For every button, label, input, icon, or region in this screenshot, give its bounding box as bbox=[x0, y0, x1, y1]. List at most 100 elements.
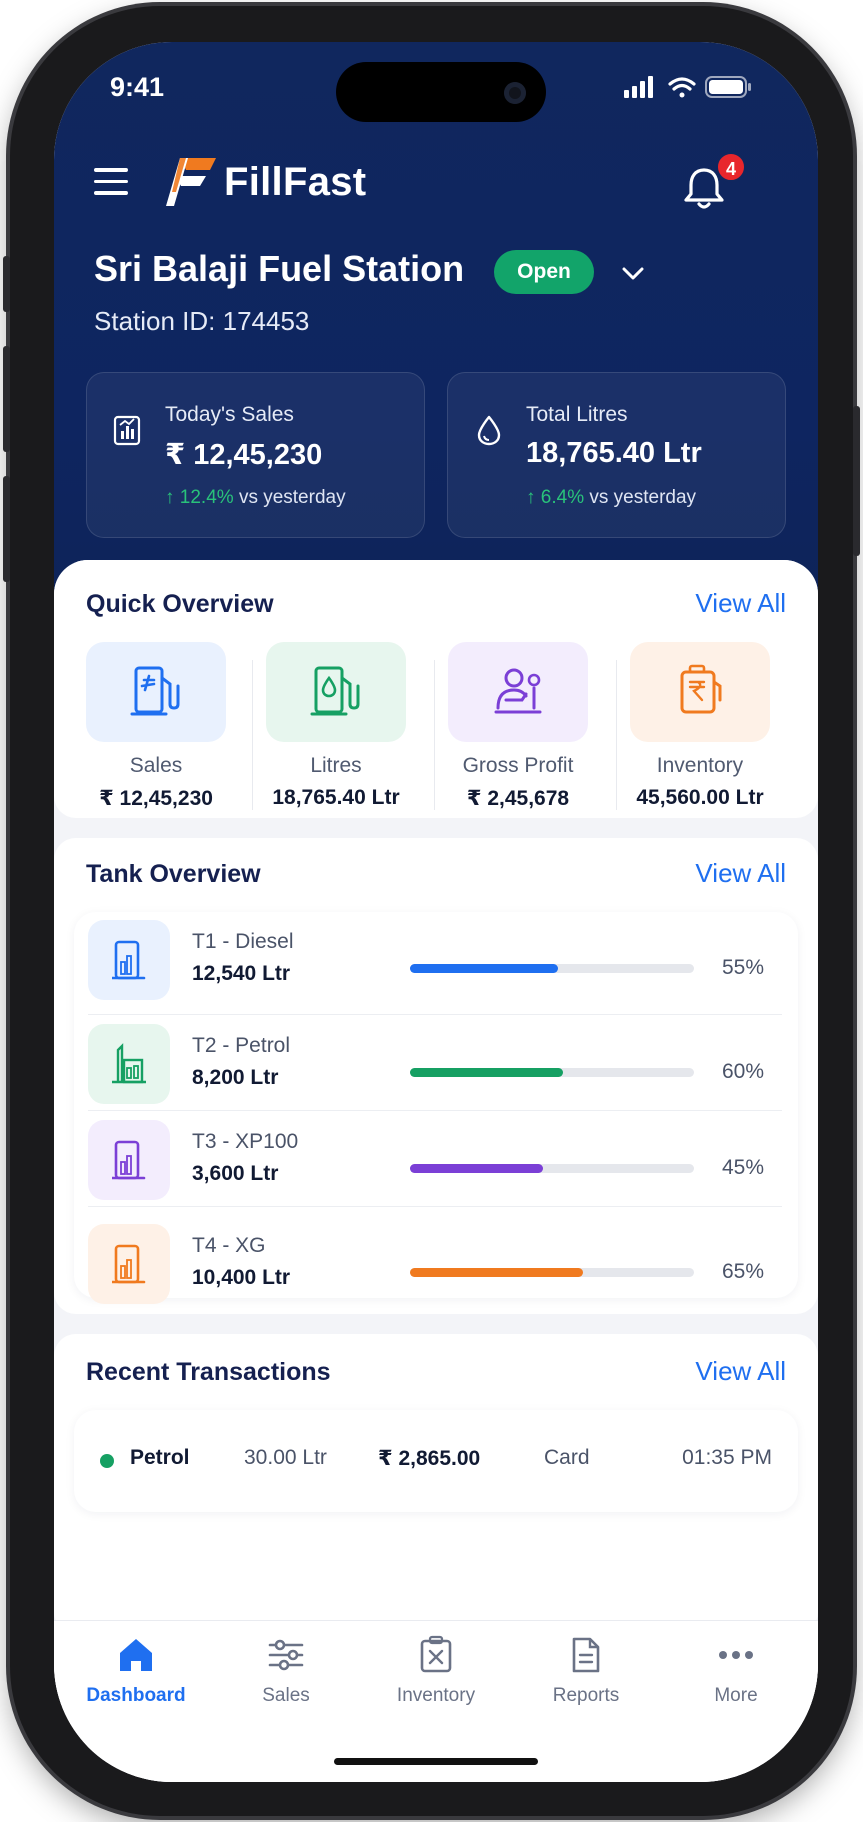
wifi-icon bbox=[668, 77, 696, 98]
status-icons bbox=[624, 76, 751, 98]
quick-overview-value: 18,765.40 Ltr bbox=[272, 786, 400, 809]
station-status-badge: Open bbox=[494, 250, 594, 294]
recent-transactions-card: Recent Transactions View All Petrol 30.0… bbox=[54, 1334, 818, 1634]
tab-sales[interactable]: Sales bbox=[216, 1635, 356, 1735]
fuel-pump-icon bbox=[130, 666, 180, 716]
camera-icon bbox=[504, 82, 526, 104]
tab-label: Sales bbox=[262, 1685, 310, 1706]
kpi-label: Total Litres bbox=[526, 403, 628, 426]
kpi-card-sales[interactable]: Today's Sales ₹ 12,45,230 ↑ 12.4% vs yes… bbox=[86, 372, 425, 538]
tab-label: More bbox=[714, 1685, 758, 1706]
quick-overview-item-inventory[interactable]: Inventory 45,560.00 Ltr bbox=[630, 642, 770, 822]
tank-row[interactable]: T1 - Diesel 12,540 Ltr 55% bbox=[88, 906, 782, 1016]
tab-reports[interactable]: Reports bbox=[516, 1635, 656, 1735]
quick-overview-tile bbox=[86, 642, 226, 742]
tank-name: T4 - XG bbox=[192, 1234, 266, 1257]
quick-overview-title: Quick Overview bbox=[86, 590, 274, 618]
chevron-down-icon[interactable] bbox=[620, 262, 646, 284]
fuel-type-dot bbox=[100, 1454, 114, 1468]
tank-level-bar bbox=[410, 964, 694, 973]
tank-level-bar bbox=[410, 1268, 694, 1277]
kpi-delta: ↑ 6.4% vs yesterday bbox=[526, 487, 696, 509]
status-bar: 9:41 bbox=[54, 42, 818, 142]
tank-level-bar bbox=[410, 1068, 694, 1077]
tank-percent: 55% bbox=[721, 956, 764, 979]
tank-overview-title: Tank Overview bbox=[86, 860, 261, 888]
tank-level-fill bbox=[410, 1268, 584, 1277]
home-icon bbox=[120, 1639, 152, 1671]
sliders-icon bbox=[268, 1639, 304, 1671]
tab-dashboard[interactable]: Dashboard bbox=[66, 1635, 206, 1735]
quick-overview-item-sales[interactable]: Sales ₹ 12,45,230 bbox=[86, 642, 226, 822]
divider bbox=[434, 660, 435, 810]
recent-transactions-title: Recent Transactions bbox=[86, 1358, 331, 1386]
battery-icon bbox=[705, 76, 751, 98]
screen: 9:41 FillFast 4 Sri Balaji Fuel Station … bbox=[54, 42, 818, 1782]
tank-row[interactable]: T3 - XP100 3,600 Ltr 45% bbox=[88, 1106, 782, 1216]
divider bbox=[88, 1206, 782, 1207]
tank-level-fill bbox=[410, 964, 558, 973]
tank-name: T1 - Diesel bbox=[192, 930, 294, 953]
kpi-label: Today's Sales bbox=[165, 403, 294, 426]
tank-percent: 65% bbox=[721, 1260, 764, 1283]
tab-inventory[interactable]: Inventory bbox=[366, 1635, 506, 1735]
tank-level-fill bbox=[410, 1068, 564, 1077]
tab-label: Dashboard bbox=[86, 1685, 186, 1706]
transaction-fuel: Petrol bbox=[130, 1446, 190, 1469]
transaction-time: 01:35 PM bbox=[682, 1446, 772, 1469]
more-dots-icon bbox=[719, 1651, 753, 1659]
quick-overview-item-litres[interactable]: Litres 18,765.40 Ltr bbox=[266, 642, 406, 822]
tank-name: T3 - XP100 bbox=[192, 1130, 299, 1153]
transaction-method: Card bbox=[544, 1446, 590, 1469]
signal-icon bbox=[624, 76, 653, 98]
quick-overview-label: Sales bbox=[129, 754, 183, 777]
tank-percent: 60% bbox=[721, 1060, 764, 1083]
brand-name: FillFast bbox=[224, 160, 367, 204]
phone-frame: 9:41 FillFast 4 Sri Balaji Fuel Station … bbox=[3, 6, 860, 1816]
quick-overview-label: Gross Profit bbox=[462, 754, 574, 777]
profit-person-icon bbox=[494, 668, 542, 714]
notification-count-badge: 4 bbox=[716, 152, 746, 182]
quick-overview-tile bbox=[448, 642, 588, 742]
tank-volume: 10,400 Ltr bbox=[192, 1266, 291, 1289]
tank-volume: 12,540 Ltr bbox=[192, 962, 291, 985]
tank-name: T2 - Petrol bbox=[192, 1034, 291, 1057]
recent-transactions-view-all-link[interactable]: View All bbox=[695, 1356, 786, 1387]
tank-icon-tile bbox=[88, 920, 170, 1000]
status-time: 9:41 bbox=[110, 72, 165, 102]
station-id: Station ID: 174453 bbox=[94, 306, 310, 336]
transaction-amount: ₹ 2,865.00 bbox=[378, 1447, 481, 1470]
inventory-tank-icon bbox=[680, 664, 722, 714]
quick-overview-tile bbox=[266, 642, 406, 742]
tank-row[interactable]: T4 - XG 10,400 Ltr 65% bbox=[88, 1210, 782, 1320]
app-header: FillFast 4 bbox=[94, 152, 778, 222]
volume-up-button bbox=[3, 346, 10, 452]
transaction-row[interactable]: Petrol 30.00 Ltr ₹ 2,865.00 Card 01:35 P… bbox=[74, 1410, 798, 1512]
content-sheet: Quick Overview View All Sales ₹ 12,45,23… bbox=[54, 560, 818, 1782]
kpi-delta-percent: ↑ 6.4% bbox=[526, 487, 585, 508]
quick-overview-view-all-link[interactable]: View All bbox=[695, 588, 786, 619]
tank-row[interactable]: T2 - Petrol 8,200 Ltr 60% bbox=[88, 1010, 782, 1120]
kpi-delta-suffix: vs yesterday bbox=[589, 487, 697, 508]
fuel-tank-icon bbox=[112, 1140, 146, 1180]
tank-icon-tile bbox=[88, 1024, 170, 1104]
menu-icon[interactable] bbox=[94, 168, 130, 198]
tank-icon-tile bbox=[88, 1224, 170, 1304]
quick-overview-item-gross-profit[interactable]: Gross Profit ₹ 2,45,678 bbox=[448, 642, 588, 822]
fuel-drop-pump-icon bbox=[310, 666, 360, 716]
tank-level-fill bbox=[410, 1164, 544, 1173]
kpi-card-litres[interactable]: Total Litres 18,765.40 Ltr ↑ 6.4% vs yes… bbox=[447, 372, 786, 538]
tank-overview-view-all-link[interactable]: View All bbox=[695, 858, 786, 889]
dynamic-island bbox=[336, 62, 546, 122]
quick-overview-label: Inventory bbox=[656, 754, 744, 777]
station-name: Sri Balaji Fuel Station bbox=[94, 248, 465, 289]
tank-icon-tile bbox=[88, 1120, 170, 1200]
tab-more[interactable]: More bbox=[666, 1635, 806, 1735]
tank-level-bar bbox=[410, 1164, 694, 1173]
tab-label: Inventory bbox=[396, 1685, 476, 1706]
tank-overview-card: Tank Overview View All T1 - Diesel 12,54… bbox=[54, 838, 818, 1314]
divider bbox=[252, 660, 253, 810]
fillfast-logo-icon bbox=[166, 158, 216, 206]
volume-down-button bbox=[3, 476, 10, 582]
quick-overview-value: 45,560.00 Ltr bbox=[636, 786, 764, 809]
